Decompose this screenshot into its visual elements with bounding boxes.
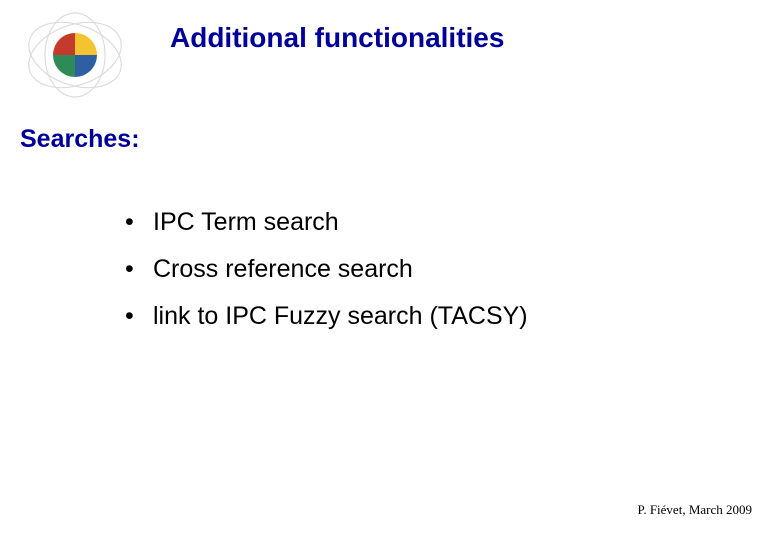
list-item: link to IPC Fuzzy search (TACSY) <box>125 304 528 329</box>
slide-logo <box>20 10 130 100</box>
list-item: Cross reference search <box>125 257 528 282</box>
bullet-list: IPC Term search Cross reference search l… <box>85 210 528 351</box>
slide-title: Additional functionalities <box>170 22 504 54</box>
list-item: IPC Term search <box>125 210 528 235</box>
section-heading: Searches: <box>20 125 140 154</box>
footer-credit: P. Fiévet, March 2009 <box>638 502 752 518</box>
